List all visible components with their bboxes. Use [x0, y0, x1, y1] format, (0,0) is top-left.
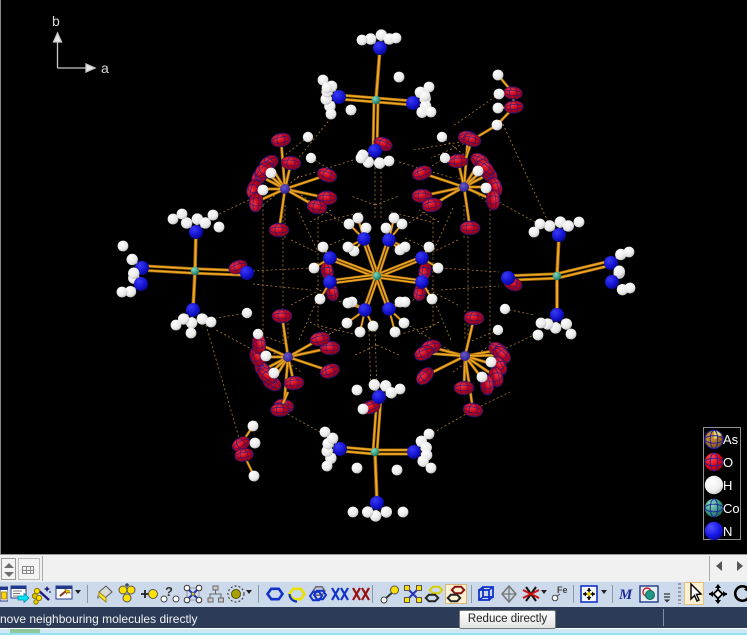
svg-text:Co: Co	[723, 501, 740, 516]
svg-text:N: N	[723, 524, 732, 539]
svg-text:H: H	[723, 478, 732, 493]
svg-text:Fe: Fe	[557, 585, 568, 595]
svg-text:b: b	[52, 13, 60, 29]
svg-text:?: ?	[165, 584, 173, 599]
svg-text:O: O	[723, 455, 733, 470]
svg-text:a: a	[101, 60, 109, 76]
svg-text:As: As	[723, 432, 739, 447]
svg-text:M: M	[618, 587, 633, 603]
